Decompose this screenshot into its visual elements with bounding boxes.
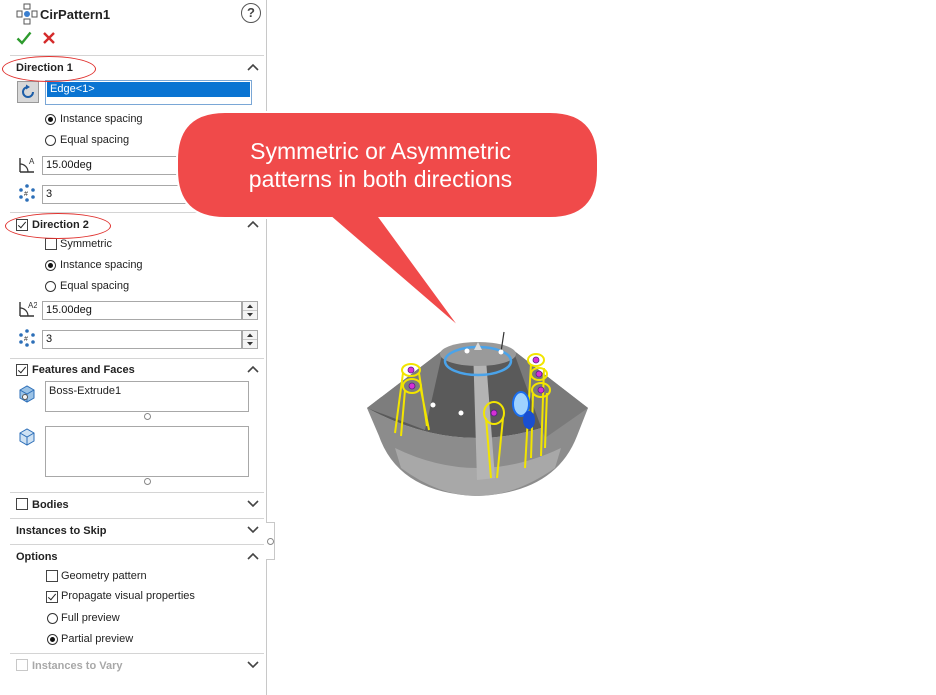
propagate-visual-label: Propagate visual properties bbox=[61, 590, 195, 602]
section-divider bbox=[10, 492, 264, 493]
direction2-count-spinner[interactable] bbox=[242, 330, 258, 349]
features-checkbox[interactable] bbox=[16, 364, 28, 376]
angle-icon: A2 bbox=[19, 301, 37, 317]
bodies-title[interactable]: Bodies bbox=[32, 499, 69, 511]
direction1-equal-spacing-label: Equal spacing bbox=[60, 134, 130, 146]
property-manager-content: CirPattern1 ? Direction 1 Edge<1> Instan… bbox=[10, 0, 264, 695]
angle-icon: A bbox=[19, 157, 35, 173]
selected-feature-shadow bbox=[523, 411, 535, 429]
svg-text:A: A bbox=[29, 157, 35, 166]
property-manager: CirPattern1 ? Direction 1 Edge<1> Instan… bbox=[0, 0, 267, 695]
features-list[interactable]: Boss-Extrude1 bbox=[45, 381, 249, 412]
faces-list[interactable] bbox=[45, 426, 249, 477]
section-divider bbox=[10, 358, 264, 359]
direction2-count-input[interactable]: 3 bbox=[42, 330, 242, 349]
direction2-equal-spacing-label: Equal spacing bbox=[60, 280, 130, 292]
features-icon bbox=[19, 385, 35, 403]
features-title[interactable]: Features and Faces bbox=[32, 364, 135, 376]
help-button[interactable]: ? bbox=[241, 3, 261, 23]
symmetric-checkbox[interactable] bbox=[45, 238, 57, 250]
section-divider bbox=[10, 544, 264, 545]
chevron-up-icon[interactable] bbox=[246, 364, 260, 374]
reference-point bbox=[458, 410, 464, 416]
chevron-up-icon[interactable] bbox=[246, 551, 260, 561]
direction1-equal-spacing-radio[interactable] bbox=[45, 135, 56, 146]
instances-to-vary-checkbox[interactable] bbox=[16, 659, 28, 671]
cancel-x-icon[interactable] bbox=[42, 31, 56, 45]
rotate-axis-button[interactable] bbox=[17, 81, 39, 103]
svg-text:#: # bbox=[24, 191, 28, 198]
geometry-pattern-checkbox[interactable] bbox=[46, 570, 58, 582]
geometry-pattern-label: Geometry pattern bbox=[61, 570, 147, 582]
bodies-checkbox[interactable] bbox=[16, 498, 28, 510]
chevron-up-icon[interactable] bbox=[246, 219, 260, 229]
chevron-down-icon[interactable] bbox=[246, 660, 260, 670]
direction2-angle-input[interactable]: 15.00deg bbox=[42, 301, 242, 320]
resize-handle[interactable] bbox=[144, 478, 151, 485]
panel-collapse-tab[interactable] bbox=[266, 522, 275, 560]
reference-point bbox=[464, 348, 470, 354]
instances-to-skip-title[interactable]: Instances to Skip bbox=[16, 525, 106, 537]
full-preview-label: Full preview bbox=[61, 612, 120, 624]
direction2-angle-spinner[interactable] bbox=[242, 301, 258, 320]
callout-line-1: Symmetric or Asymmetric bbox=[250, 138, 511, 164]
reference-point bbox=[430, 402, 436, 408]
grip-dot bbox=[267, 538, 274, 545]
chevron-down-icon[interactable] bbox=[246, 499, 260, 509]
svg-text:#: # bbox=[24, 336, 28, 343]
resize-handle[interactable] bbox=[144, 413, 151, 420]
direction1-instance-spacing-radio[interactable] bbox=[45, 114, 56, 125]
reference-point bbox=[498, 349, 504, 355]
direction2-instance-spacing-radio[interactable] bbox=[45, 260, 56, 271]
circular-pattern-icon bbox=[16, 3, 38, 25]
spin-down-icon[interactable] bbox=[243, 311, 257, 319]
symmetric-label: Symmetric bbox=[60, 238, 112, 250]
spin-up-icon[interactable] bbox=[243, 302, 257, 311]
callout-line-2: patterns in both directions bbox=[248, 166, 513, 192]
ok-checkmark-icon[interactable] bbox=[16, 30, 32, 46]
spin-down-icon[interactable] bbox=[243, 340, 257, 348]
direction2-instance-spacing-label: Instance spacing bbox=[60, 259, 143, 271]
svg-text:A2: A2 bbox=[28, 301, 37, 310]
chevron-down-icon[interactable] bbox=[246, 525, 260, 535]
highlight-ring-direction2 bbox=[5, 213, 111, 239]
section-divider bbox=[10, 653, 264, 654]
spin-up-icon[interactable] bbox=[243, 331, 257, 340]
highlight-ring-direction1 bbox=[2, 56, 96, 82]
options-title[interactable]: Options bbox=[16, 551, 58, 563]
model-preview[interactable] bbox=[355, 318, 600, 503]
section-divider bbox=[10, 518, 264, 519]
rotate-axis-icon bbox=[22, 84, 34, 98]
list-item[interactable]: Boss-Extrude1 bbox=[49, 385, 245, 397]
partial-preview-label: Partial preview bbox=[61, 633, 134, 645]
faces-icon bbox=[19, 428, 35, 446]
instance-count-icon: # bbox=[19, 329, 35, 347]
instances-to-vary-title[interactable]: Instances to Vary bbox=[32, 660, 123, 672]
chevron-up-icon[interactable] bbox=[246, 62, 260, 72]
full-preview-radio[interactable] bbox=[47, 613, 58, 624]
direction2-equal-spacing-radio[interactable] bbox=[45, 281, 56, 292]
callout-text: Symmetric or Asymmetric patterns in both… bbox=[178, 137, 583, 193]
partial-preview-radio[interactable] bbox=[47, 634, 58, 645]
axis-selection-field[interactable]: Edge<1> bbox=[45, 80, 252, 105]
propagate-visual-checkbox[interactable] bbox=[46, 591, 58, 603]
instance-count-icon: # bbox=[19, 184, 35, 202]
feature-title: CirPattern1 bbox=[40, 7, 111, 22]
axis-selection-item[interactable]: Edge<1> bbox=[47, 82, 250, 97]
direction1-instance-spacing-label: Instance spacing bbox=[60, 113, 143, 125]
